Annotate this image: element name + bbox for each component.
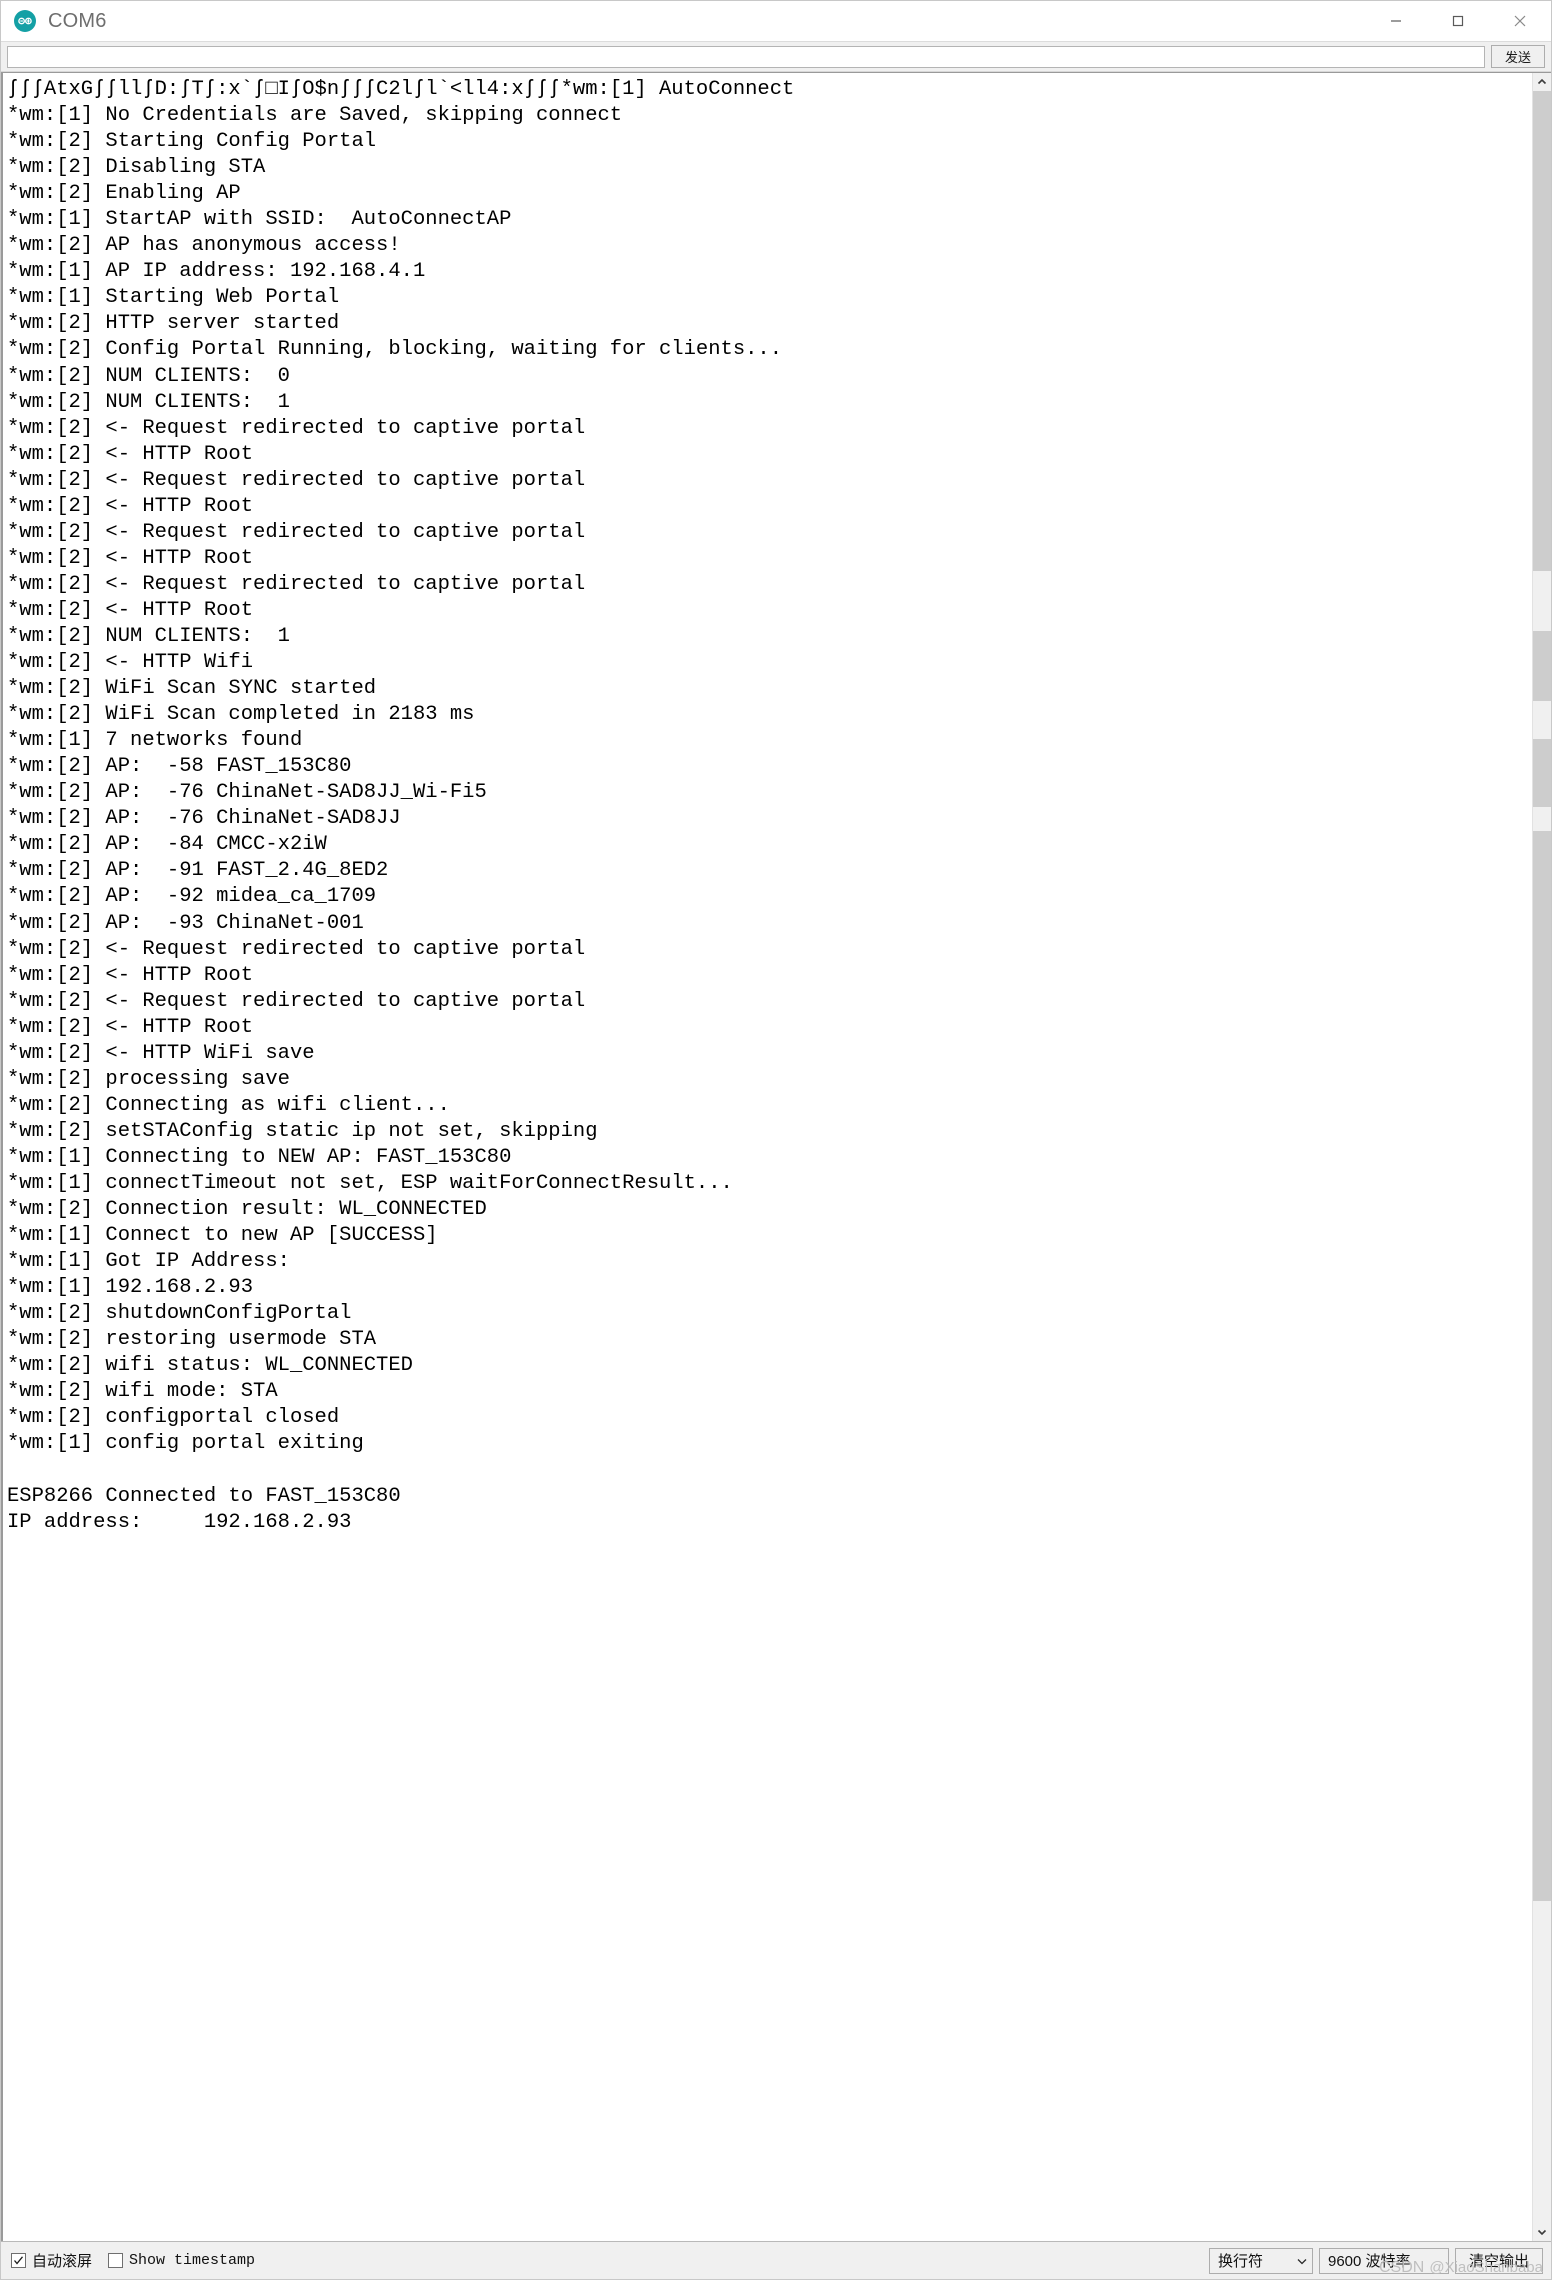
console-line: *wm:[2] Connecting as wifi client...: [7, 1093, 450, 1117]
scrollbar-thumb-segment[interactable]: [1533, 631, 1551, 701]
baud-rate-select[interactable]: 9600 波特率: [1319, 2247, 1449, 2274]
console-line: *wm:[2] NUM CLIENTS: 0: [7, 364, 290, 388]
console-line: *wm:[2] Connection result: WL_CONNECTED: [7, 1198, 487, 1222]
console-line: *wm:[2] Starting Config Portal: [7, 130, 377, 154]
minimize-icon: [1391, 20, 1401, 22]
maximize-icon: [1452, 15, 1464, 27]
send-row: 发送: [1, 42, 1551, 72]
console-line: *wm:[2] <- HTTP Root: [7, 963, 254, 987]
console-line: *wm:[2] <- HTTP Root: [7, 494, 254, 518]
console-line: *wm:[2] <- Request redirected to captive…: [7, 468, 586, 492]
console-line: *wm:[2] restoring usermode STA: [7, 1328, 377, 1352]
console-line: *wm:[2] AP: -91 FAST_2.4G_8ED2: [7, 859, 389, 883]
console-line: *wm:[1] Connecting to NEW AP: FAST_153C8…: [7, 1145, 512, 1169]
console-line: *wm:[2] Disabling STA: [7, 156, 266, 180]
console-area: ʃʃʃAtxGʃʃllʃD:ʃTʃ:x`ʃ□IʃO$nʃʃʃC2lʃl`<ll4…: [1, 72, 1551, 2241]
arduino-logo-icon: [14, 10, 36, 32]
chevron-down-icon: [1537, 2229, 1547, 2236]
autoscroll-checkbox[interactable]: [11, 2253, 26, 2268]
console-line: *wm:[2] AP: -76 ChinaNet-SAD8JJ_Wi-Fi5: [7, 781, 487, 805]
chevron-down-icon: [1296, 2255, 1308, 2267]
console-line: ʃʃʃAtxGʃʃllʃD:ʃTʃ:x`ʃ□IʃO$nʃʃʃC2lʃl`<ll4…: [7, 78, 795, 101]
console-line: *wm:[2] setSTAConfig static ip not set, …: [7, 1119, 598, 1143]
chevron-up-icon: [1537, 78, 1547, 85]
console-line: *wm:[1] Connect to new AP [SUCCESS]: [7, 1224, 438, 1248]
console-line: *wm:[1] 192.168.2.93: [7, 1276, 254, 1300]
console-line: *wm:[2] <- Request redirected to captive…: [7, 520, 586, 544]
console-line: *wm:[2] <- HTTP Wifi: [7, 651, 254, 675]
window-title: COM6: [48, 9, 107, 32]
console-line: *wm:[2] AP: -84 CMCC-x2iW: [7, 833, 327, 857]
console-line: ESP8266 Connected to FAST_153C80: [7, 1484, 401, 1508]
scrollbar-thumb-segment[interactable]: [1533, 831, 1551, 1901]
console-line: *wm:[2] <- Request redirected to captive…: [7, 572, 586, 596]
console-line: *wm:[2] wifi status: WL_CONNECTED: [7, 1354, 413, 1378]
baud-rate-value: 9600 波特率: [1328, 2253, 1411, 2270]
console-line: *wm:[2] AP: -76 ChinaNet-SAD8JJ: [7, 807, 401, 831]
autoscroll-label: 自动滚屏: [32, 2253, 93, 2270]
close-icon: [1514, 15, 1526, 27]
console-line: *wm:[1] Starting Web Portal: [7, 286, 340, 310]
send-input[interactable]: [7, 45, 1485, 68]
console-line: *wm:[1] 7 networks found: [7, 729, 303, 753]
console-line: *wm:[2] AP: -58 FAST_153C80: [7, 755, 352, 779]
clear-output-button[interactable]: 清空输出: [1455, 2247, 1543, 2274]
console-line: *wm:[2] AP has anonymous access!: [7, 234, 401, 258]
console-line: *wm:[1] connectTimeout not set, ESP wait…: [7, 1171, 733, 1195]
scroll-up-button[interactable]: [1533, 73, 1551, 91]
console-line: *wm:[2] <- HTTP Root: [7, 1015, 254, 1039]
console-line: *wm:[2] WiFi Scan completed in 2183 ms: [7, 703, 475, 727]
send-button[interactable]: 发送: [1491, 45, 1545, 68]
console-line: *wm:[2] <- Request redirected to captive…: [7, 416, 586, 440]
console-line: *wm:[1] config portal exiting: [7, 1432, 364, 1456]
console-line: *wm:[2] WiFi Scan SYNC started: [7, 677, 377, 701]
close-button[interactable]: [1489, 1, 1551, 41]
scrollbar-thumb-segment[interactable]: [1533, 91, 1551, 571]
check-icon: [14, 2256, 24, 2265]
console-line: *wm:[2] <- Request redirected to captive…: [7, 937, 586, 961]
console-line: *wm:[2] HTTP server started: [7, 312, 340, 336]
console-line: *wm:[2] AP: -92 midea_ca_1709: [7, 885, 377, 909]
console-line: *wm:[1] No Credentials are Saved, skippi…: [7, 104, 623, 128]
console-line: *wm:[2] <- HTTP Root: [7, 598, 254, 622]
console-line: *wm:[2] <- HTTP Root: [7, 546, 254, 570]
console-line: *wm:[1] AP IP address: 192.168.4.1: [7, 260, 426, 284]
console-line: *wm:[2] NUM CLIENTS: 1: [7, 390, 290, 414]
line-ending-select[interactable]: 换行符: [1209, 2247, 1313, 2274]
autoscroll-checkbox-group[interactable]: 自动滚屏: [11, 2250, 92, 2271]
serial-monitor-window: COM6 发送 ʃʃʃAtxGʃʃllʃD:ʃTʃ:x`ʃ□IʃO$nʃʃʃC2…: [0, 0, 1552, 2280]
vertical-scrollbar[interactable]: [1532, 73, 1551, 2241]
console-line: *wm:[2] shutdownConfigPortal: [7, 1302, 352, 1326]
console-line: *wm:[2] AP: -93 ChinaNet-001: [7, 911, 364, 935]
line-ending-value: 换行符: [1218, 2253, 1264, 2270]
console-line: *wm:[2] processing save: [7, 1067, 290, 1091]
console-line: *wm:[2] Config Portal Running, blocking,…: [7, 338, 783, 362]
show-timestamp-checkbox-group[interactable]: Show timestamp: [108, 2252, 255, 2269]
console-line: IP address: 192.168.2.93: [7, 1510, 352, 1534]
console-line: *wm:[2] configportal closed: [7, 1406, 340, 1430]
console-line: *wm:[2] <- Request redirected to captive…: [7, 989, 586, 1013]
title-bar: COM6: [1, 1, 1551, 42]
bottom-toolbar: 自动滚屏 Show timestamp 换行符 9600 波特率 清空输出 CS…: [1, 2241, 1551, 2279]
scrollbar-track[interactable]: [1533, 91, 1551, 2223]
console-line: *wm:[1] StartAP with SSID: AutoConnectAP: [7, 208, 512, 232]
console-line: *wm:[2] wifi mode: STA: [7, 1380, 278, 1404]
show-timestamp-checkbox[interactable]: [108, 2253, 124, 2268]
window-controls: [1365, 1, 1551, 41]
console-line: *wm:[1] Got IP Address:: [7, 1250, 290, 1274]
scrollbar-thumb-segment[interactable]: [1533, 739, 1551, 807]
console-line: *wm:[2] <- HTTP WiFi save: [7, 1041, 315, 1065]
console-line: *wm:[2] NUM CLIENTS: 1: [7, 624, 290, 648]
maximize-button[interactable]: [1427, 1, 1489, 41]
scroll-down-button[interactable]: [1533, 2223, 1551, 2241]
serial-output-log[interactable]: ʃʃʃAtxGʃʃllʃD:ʃTʃ:x`ʃ□IʃO$nʃʃʃC2lʃl`<ll4…: [1, 73, 1532, 2241]
show-timestamp-label: Show timestamp: [129, 2252, 256, 2269]
console-line: *wm:[2] Enabling AP: [7, 182, 241, 206]
console-line: *wm:[2] <- HTTP Root: [7, 442, 254, 466]
minimize-button[interactable]: [1365, 1, 1427, 41]
